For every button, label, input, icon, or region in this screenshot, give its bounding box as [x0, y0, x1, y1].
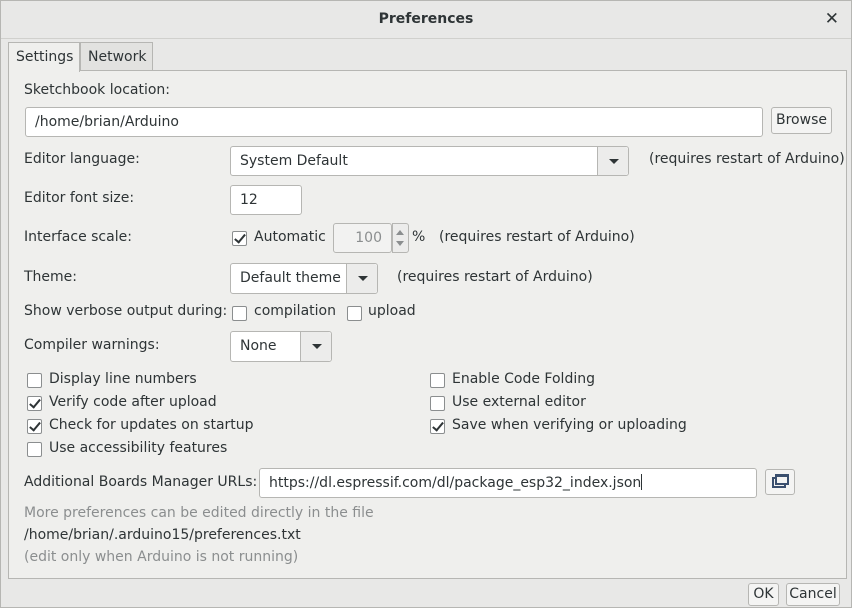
interface-scale-label: Interface scale:: [24, 229, 132, 245]
check-updates-label: Check for updates on startup: [49, 417, 254, 433]
editor-language-value: System Default: [240, 153, 348, 169]
ok-button[interactable]: OK: [748, 583, 779, 606]
tab-network[interactable]: Network: [80, 42, 153, 71]
theme-select[interactable]: Default theme: [230, 263, 378, 294]
code-folding-checkbox[interactable]: [430, 373, 445, 388]
compiler-warnings-value: None: [240, 338, 277, 354]
compiler-warnings-label: Compiler warnings:: [24, 337, 160, 353]
save-when-verifying-checkbox[interactable]: [430, 419, 445, 434]
sketchbook-label: Sketchbook location:: [24, 82, 171, 98]
compiler-warnings-select[interactable]: None: [230, 331, 332, 362]
editor-language-note: (requires restart of Arduino): [649, 151, 845, 167]
font-size-input[interactable]: [230, 185, 302, 215]
close-icon[interactable]: ✕: [825, 9, 839, 29]
boards-urls-value: https://dl.espressif.com/dl/package_esp3…: [269, 475, 642, 491]
text-cursor: [641, 474, 643, 490]
code-folding-label: Enable Code Folding: [452, 371, 595, 387]
theme-value: Default theme: [240, 270, 341, 286]
accessibility-checkbox[interactable]: [27, 442, 42, 457]
font-size-label: Editor font size:: [24, 190, 135, 206]
stepper-down-icon[interactable]: [396, 241, 404, 246]
verify-after-upload-label: Verify code after upload: [49, 394, 217, 410]
external-editor-checkbox[interactable]: [430, 396, 445, 411]
stepper-up-icon[interactable]: [396, 230, 404, 235]
settings-panel: Sketchbook location: Browse Editor langu…: [8, 70, 847, 579]
scale-unit: %: [412, 229, 426, 245]
chevron-down-icon[interactable]: [300, 332, 331, 361]
chevron-down-icon[interactable]: [346, 264, 377, 293]
verbose-upload-checkbox[interactable]: [347, 306, 362, 321]
interface-scale-note: (requires restart of Arduino): [439, 229, 635, 245]
more-preferences-text: More preferences can be edited directly …: [24, 505, 374, 521]
verbose-compilation-label: compilation: [254, 303, 336, 319]
verbose-label: Show verbose output during:: [24, 303, 228, 319]
edit-note: (edit only when Arduino is not running): [24, 549, 299, 565]
display-line-numbers-checkbox[interactable]: [27, 373, 42, 388]
editor-language-label: Editor language:: [24, 151, 140, 167]
verify-after-upload-checkbox[interactable]: [27, 396, 42, 411]
tab-settings[interactable]: Settings: [8, 42, 80, 72]
editor-language-select[interactable]: System Default: [230, 146, 629, 176]
chevron-down-icon[interactable]: [597, 147, 628, 175]
automatic-scale-label: Automatic: [254, 229, 326, 245]
window-title: Preferences: [378, 11, 474, 27]
theme-note: (requires restart of Arduino): [397, 269, 593, 285]
cancel-button[interactable]: Cancel: [786, 583, 840, 606]
scale-input[interactable]: [333, 223, 392, 253]
boards-urls-input[interactable]: https://dl.espressif.com/dl/package_esp3…: [259, 468, 757, 498]
external-editor-label: Use external editor: [452, 394, 586, 410]
verbose-compilation-checkbox[interactable]: [232, 306, 247, 321]
browse-button[interactable]: Browse: [771, 107, 832, 134]
window-icon: [775, 474, 789, 485]
check-updates-checkbox[interactable]: [27, 419, 42, 434]
boards-urls-label: Additional Boards Manager URLs:: [24, 474, 258, 490]
edit-urls-button[interactable]: [765, 469, 795, 495]
automatic-scale-checkbox[interactable]: [232, 231, 247, 246]
preferences-file-path: /home/brian/.arduino15/preferences.txt: [24, 527, 301, 543]
accessibility-label: Use accessibility features: [49, 440, 228, 456]
theme-label: Theme:: [24, 269, 78, 285]
sketchbook-location-input[interactable]: [25, 107, 763, 137]
verbose-upload-label: upload: [368, 303, 416, 319]
save-when-verifying-label: Save when verifying or uploading: [452, 417, 687, 433]
scale-stepper[interactable]: [392, 223, 409, 253]
preferences-window: Preferences ✕ Settings Network Sketchboo…: [0, 0, 852, 608]
display-line-numbers-label: Display line numbers: [49, 371, 197, 387]
title-bar[interactable]: Preferences ✕: [1, 1, 851, 39]
